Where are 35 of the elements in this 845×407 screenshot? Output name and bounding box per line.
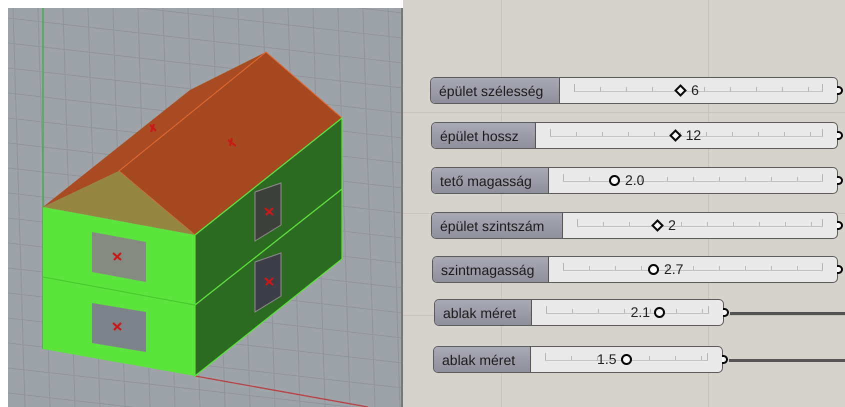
output-grip-icon[interactable] (837, 221, 843, 230)
slider-name: tető magasság (432, 168, 549, 193)
slider-thumb[interactable] (648, 264, 659, 275)
slider-value: 12 (686, 127, 702, 143)
slider-thumb[interactable] (651, 219, 664, 232)
slider-thumb[interactable] (609, 175, 620, 186)
number-slider[interactable]: épület szélesség 6 (430, 77, 838, 104)
output-grip-icon[interactable] (723, 308, 729, 317)
output-grip-icon[interactable] (837, 131, 843, 140)
slider-value: 2.7 (664, 261, 684, 277)
slider-value: 1.5 (597, 351, 616, 367)
output-grip-icon[interactable] (837, 176, 843, 185)
slider-name: épület szélesség (431, 78, 560, 103)
slider-thumb[interactable] (620, 354, 632, 365)
slider-name: szintmagasság (433, 257, 549, 282)
output-grip-icon[interactable] (837, 86, 843, 95)
slider-thumb[interactable] (654, 307, 666, 318)
slider-value: 2.1 (630, 304, 650, 320)
number-slider[interactable]: tető magasság 2.0 (431, 167, 838, 194)
slider-name: ablak méret (435, 300, 532, 325)
number-slider[interactable]: ablak méret 2.1 (434, 299, 724, 326)
output-grip-icon[interactable] (837, 265, 843, 274)
slider-name: ablak méret (434, 347, 531, 372)
number-slider[interactable]: épület hossz 12 (431, 122, 838, 149)
slider-thumb[interactable] (668, 129, 682, 142)
slider-name: épület szintszám (432, 213, 563, 238)
slider-value: 2.0 (625, 172, 644, 188)
output-grip-icon[interactable] (722, 355, 728, 364)
slider-value: 6 (691, 82, 699, 98)
number-slider[interactable]: szintmagasság 2.7 (432, 256, 838, 283)
number-slider[interactable]: ablak méret 1.5 (433, 346, 723, 373)
number-slider[interactable]: épület szintszám 2 (431, 212, 838, 239)
slider-thumb[interactable] (674, 84, 687, 97)
slider-value: 2 (668, 217, 676, 233)
slider-name: épület hossz (432, 123, 536, 148)
